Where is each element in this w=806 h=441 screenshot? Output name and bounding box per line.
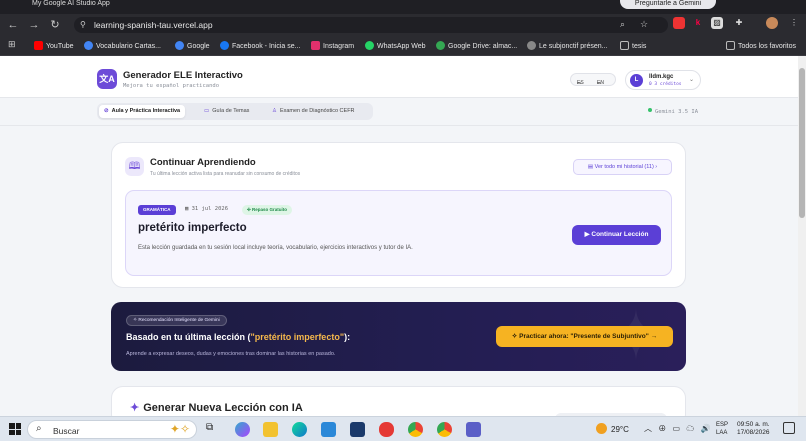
tab-aula-practica[interactable]: ⊘ Aula y Práctica Interactiva <box>99 105 186 118</box>
edge-icon[interactable] <box>292 422 307 437</box>
extension-icon-2[interactable]: ▨ <box>711 17 723 29</box>
tab-guia-temas[interactable]: ▭ Guía de Temas <box>199 105 254 118</box>
forward-icon[interactable]: → <box>27 18 41 32</box>
bookmark-star-icon[interactable]: ☆ <box>640 19 648 30</box>
user-menu[interactable]: L lldm.kgc 0 3 créditos ⌄ <box>625 70 701 90</box>
language-toggle[interactable]: es ES us EN <box>570 73 616 86</box>
browser-tab[interactable]: My Google AI Studio App <box>10 0 160 10</box>
app-red-icon[interactable] <box>379 422 394 437</box>
book-icon: ▭ <box>204 108 210 114</box>
continue-lesson-button[interactable]: ▶ Continuar Lección <box>572 225 661 245</box>
user-name: lldm.kgc <box>649 74 674 80</box>
recommendation-title: Basado en tu última lección ("pretérito … <box>126 332 351 342</box>
address-bar[interactable]: ⚲ learning-spanish-tau.vercel.app ⌕ ☆ <box>74 17 668 33</box>
continue-learning-card: 🕮 Continuar Aprendiendo Tu última lecció… <box>111 142 686 288</box>
notifications-icon[interactable] <box>783 422 795 434</box>
bookmarks-bar: ⊞ YouTube Vocabulario Cartas... Google F… <box>0 36 806 56</box>
section-tabs: ⊘ Aula y Práctica Interactiva ▭ Guía de Te… <box>0 98 798 126</box>
windows-start-icon[interactable] <box>9 423 21 435</box>
generate-lesson-card: ✦ Generar Nueva Lección con IA <box>111 386 686 416</box>
continue-subtitle: Tu última lección activa lista para rean… <box>150 171 301 177</box>
calendar-icon: ▦ <box>185 206 192 212</box>
bookmark-folder-tesis[interactable]: tesis <box>620 41 646 50</box>
bookmark-facebook[interactable]: Facebook - Inicia se... <box>220 41 300 50</box>
scrollbar-thumb[interactable] <box>799 68 805 218</box>
weather-widget[interactable]: 29°C <box>596 423 629 434</box>
last-lesson-panel: GRAMÁTICA ▦ 31 jul 2026 ✣ Repaso Gratuit… <box>125 190 672 276</box>
history-icon: ▤ <box>587 164 595 170</box>
teams-icon[interactable] <box>466 422 481 437</box>
chrome-icon[interactable] <box>408 422 423 437</box>
gemini-recommendation-card: ✦ ✧ Recomendación Inteligente de Gemini … <box>111 302 686 371</box>
award-icon: ♙ <box>272 108 277 114</box>
search-highlight-icon: ✦✧ <box>169 422 190 436</box>
browser-tab-strip: My Google AI Studio App Preguntarle a Ge… <box>0 0 806 14</box>
taskbar-search[interactable]: ⌕ Buscar ✦✧ <box>27 420 197 439</box>
bookmark-google-drive[interactable]: Google Drive: almac... <box>436 41 517 50</box>
system-tray[interactable]: ︿ ⊕ ▭ ☁ 🔊 <box>644 423 712 434</box>
url-text: learning-spanish-tau.vercel.app <box>94 20 213 30</box>
apps-grid-icon[interactable]: ⊞ <box>8 39 16 50</box>
back-icon[interactable]: ← <box>6 18 20 32</box>
all-bookmarks-folder[interactable]: Todos los favoritos <box>726 41 796 50</box>
gemini-status: Gemini 3.5 IA <box>648 108 698 115</box>
photos-icon[interactable] <box>321 422 336 437</box>
extension-icon[interactable] <box>673 17 685 29</box>
store-icon[interactable] <box>350 422 365 437</box>
reload-icon[interactable]: ↻ <box>48 18 62 32</box>
input-language[interactable]: ESP LAA <box>716 421 728 437</box>
bookmark-subjonctif[interactable]: Le subjonctif présen... <box>527 41 608 50</box>
lesson-description: Esta lección guardada en tu sesión local… <box>138 245 413 251</box>
lesson-title: pretérito imperfecto <box>138 222 247 234</box>
status-dot <box>648 108 652 112</box>
view-history-button[interactable]: ▤ Ver todo mi historial (11) › <box>573 159 672 175</box>
sparkle-icon: ✦ <box>130 402 140 414</box>
search-icon: ⌕ <box>36 423 42 434</box>
copilot-icon[interactable] <box>235 422 250 437</box>
tab-examen-diagnostico[interactable]: ♙ Examen de Diagnóstico CEFR <box>267 105 360 118</box>
profile-avatar-icon[interactable] <box>766 17 778 29</box>
bookmark-vocabulario[interactable]: Vocabulario Cartas... <box>84 41 161 50</box>
chevron-down-icon: ⌄ <box>688 77 694 83</box>
bookmark-instagram[interactable]: Instagram <box>311 41 354 50</box>
open-book-icon: 🕮 <box>125 157 144 176</box>
tabs-group: ⊘ Aula y Práctica Interactiva ▭ Guía de Te… <box>97 103 373 120</box>
page-scrollbar[interactable] <box>798 56 806 416</box>
user-credits: 0 3 créditos <box>649 82 682 87</box>
windows-taskbar: ⌕ Buscar ✦✧ ⧉ 29°C ︿ ⊕ ▭ ☁ 🔊 ESP LAA 09:5… <box>0 416 806 441</box>
app-title: Generador ELE Interactivo <box>123 70 243 81</box>
app-logo-icon: 文A <box>97 69 117 89</box>
recommendation-badge: ✧ Recomendación Inteligente de Gemini <box>126 315 227 326</box>
file-explorer-icon[interactable] <box>263 422 278 437</box>
task-view-icon[interactable]: ⧉ <box>206 422 221 437</box>
practice-now-button[interactable]: ✧ Practicar ahora: "Presente de Subjunti… <box>496 326 673 347</box>
recommendation-subtitle: Aprende a expresar deseos, dudas y emoci… <box>126 351 336 357</box>
avatar: L <box>630 74 643 87</box>
weather-sun-icon <box>596 423 607 434</box>
bookmark-whatsapp[interactable]: WhatsApp Web <box>365 41 426 50</box>
extension-k-icon[interactable]: k <box>692 17 704 29</box>
browser-menu-icon[interactable]: ⋮ <box>788 17 800 29</box>
category-badge: GRAMÁTICA <box>138 205 176 215</box>
bookmark-youtube[interactable]: YouTube <box>34 41 74 50</box>
continue-title: Continuar Aprendiendo <box>150 157 256 168</box>
site-info-icon[interactable]: ⚲ <box>80 20 86 29</box>
ask-gemini-button[interactable]: Preguntarle a Gemini <box>620 0 716 9</box>
extensions-puzzle-icon[interactable]: ✚ <box>733 17 745 29</box>
generate-title: ✦ Generar Nueva Lección con IA <box>130 402 303 414</box>
free-review-badge: ✣ Repaso Gratuito <box>242 205 293 215</box>
lesson-date: ▦ 31 jul 2026 <box>185 206 229 212</box>
bookmark-google[interactable]: Google <box>175 41 210 50</box>
zoom-icon[interactable]: ⌕ <box>620 19 625 30</box>
app-header: 文A Generador ELE Interactivo Mejora tu e… <box>0 56 798 98</box>
chrome-profile-icon[interactable] <box>437 422 452 437</box>
app-subtitle: Mejora tu español practicando <box>123 83 220 89</box>
clock[interactable]: 09:50 a. m. 17/08/2026 <box>737 421 770 437</box>
compass-icon: ⊘ <box>104 108 109 114</box>
browser-toolbar: ← → ↻ ⚲ learning-spanish-tau.vercel.app … <box>0 14 806 36</box>
web-page: 文A Generador ELE Interactivo Mejora tu e… <box>0 56 798 416</box>
